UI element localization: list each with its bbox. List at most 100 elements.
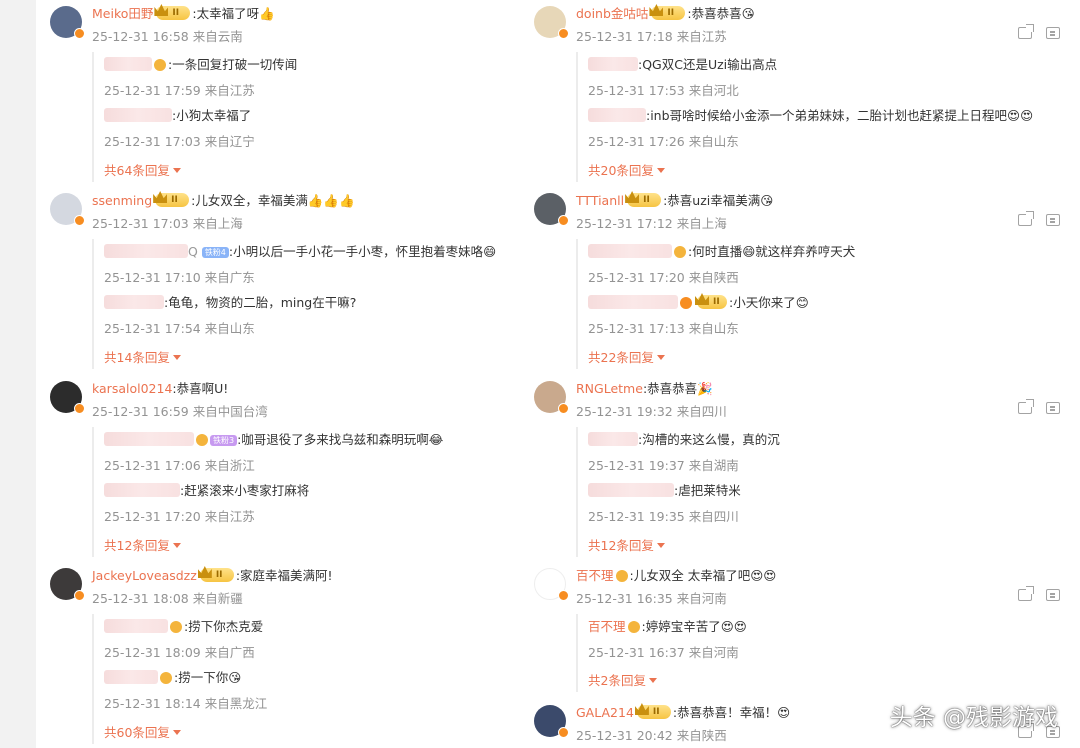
comment-icon[interactable]	[1046, 27, 1060, 39]
comment-text: :恭喜uzi幸福美满😘	[663, 193, 774, 208]
username[interactable]: ssenming	[92, 193, 152, 208]
share-icon[interactable]	[1018, 586, 1034, 601]
blurred-username	[588, 432, 638, 446]
username[interactable]: TTTianll	[576, 193, 624, 208]
reply-meta: 25-12-31 18:09 来自广西	[104, 645, 255, 660]
reply-item: :龟龟，物资的二胎，ming在干嘛? 25-12-31 17:54 来自山东	[104, 295, 356, 336]
share-icon[interactable]	[1018, 399, 1034, 414]
reply-text: :一条回复打破一切传闻	[168, 57, 298, 72]
more-replies-link[interactable]: 共12条回复	[588, 535, 665, 554]
reply-text: :小天你来了😊	[729, 295, 809, 310]
crown-level-icon	[199, 568, 234, 582]
reply-meta: 25-12-31 17:06 来自浙江	[104, 458, 255, 473]
more-replies-link[interactable]: 共64条回复	[104, 160, 181, 179]
comment-icon[interactable]	[1046, 402, 1060, 414]
verified-mini-icon	[680, 297, 692, 309]
reply-text: :何时直播😄就这样弃养哼天犬	[688, 244, 856, 259]
reply-list: :沟槽的来这么慢，真的沉 25-12-31 19:37 来自湖南 :虐把莱特米 …	[576, 427, 780, 557]
blurred-username	[588, 295, 678, 309]
reply-meta: 25-12-31 19:35 来自四川	[588, 509, 739, 524]
comment-item: RNGLetme:恭喜恭喜🎉 25-12-31 19:32 来自四川 :沟槽的来…	[534, 381, 1064, 557]
comment-meta: 25-12-31 18:08 来自新疆	[92, 591, 243, 606]
verified-badge-icon	[558, 727, 569, 738]
username[interactable]: Meiko田野	[92, 6, 153, 21]
reply-item: :小天你来了😊 25-12-31 17:13 来自山东	[588, 295, 809, 336]
verified-badge-icon	[558, 28, 569, 39]
reply-meta: 25-12-31 19:37 来自湖南	[588, 458, 739, 473]
verified-badge-icon	[74, 28, 85, 39]
share-icon[interactable]	[1018, 24, 1034, 39]
crown-level-icon	[627, 193, 662, 207]
crown-badge-icon	[154, 59, 166, 71]
comment-text: :恭喜恭喜😘	[687, 6, 755, 21]
comment-header: GALA214:恭喜恭喜！幸福！😍	[576, 705, 790, 721]
comment-text: :儿女双全 太幸福了吧😍😍	[629, 568, 777, 583]
comment-item: TTTianll:恭喜uzi幸福美满😘 25-12-31 17:12 来自上海 …	[534, 193, 1064, 369]
share-icon[interactable]	[1018, 211, 1034, 226]
blurred-username	[104, 57, 152, 71]
reply-username[interactable]: 百不理	[588, 619, 626, 634]
blurred-username	[104, 670, 158, 684]
username[interactable]: GALA214	[576, 705, 634, 720]
username-suffix: Q	[188, 244, 202, 259]
comment-item: JackeyLoveasdzz:家庭幸福美满阿! 25-12-31 18:08 …	[50, 568, 530, 744]
comment-meta: 25-12-31 16:35 来自河南	[576, 591, 727, 606]
reply-text: :QG双C还是Uzi输出高点	[638, 57, 778, 72]
more-replies-link[interactable]: 共22条回复	[588, 347, 665, 366]
fan-level-tag: 铁粉3	[210, 435, 238, 446]
reply-list: 铁粉3:咖哥退役了多来找乌兹和森明玩啊😂 25-12-31 17:06 来自浙江…	[92, 427, 443, 557]
caret-down-icon	[172, 543, 181, 548]
reply-text: :inb哥啥时候给小金添一个弟弟妹妹，二胎计划也赶紧提上日程吧😍😍	[646, 108, 1034, 123]
more-replies-link[interactable]: 共2条回复	[588, 670, 657, 689]
crown-badge-icon	[170, 621, 182, 633]
comment-text: :儿女双全，幸福美满👍👍👍	[191, 193, 355, 208]
blurred-username	[104, 108, 172, 122]
reply-item: :捞一下你😘 25-12-31 18:14 来自黑龙江	[104, 670, 267, 711]
comment-meta: 25-12-31 17:18 来自江苏	[576, 29, 727, 44]
blurred-username	[588, 483, 674, 497]
comment-actions	[1004, 586, 1060, 605]
comment-icon[interactable]	[1046, 214, 1060, 226]
verified-badge-icon	[558, 215, 569, 226]
username[interactable]: doinb金咕咕	[576, 6, 648, 21]
blurred-username	[104, 619, 168, 633]
reply-item: 百不理:婷婷宝辛苦了😍😍 25-12-31 16:37 来自河南	[588, 619, 747, 660]
comment-icon[interactable]	[1046, 589, 1060, 601]
comment-meta: 25-12-31 17:12 来自上海	[576, 216, 727, 231]
reply-meta: 25-12-31 16:37 来自河南	[588, 645, 739, 660]
reply-meta: 25-12-31 17:53 来自河北	[588, 83, 739, 98]
comment-header: JackeyLoveasdzz:家庭幸福美满阿!	[92, 568, 333, 584]
left-gutter	[0, 0, 36, 748]
reply-text: :捞一下你😘	[174, 670, 242, 685]
reply-text: :小明以后一手小花一手小枣，怀里抱着枣妹咯😄	[228, 244, 497, 259]
reply-meta: 25-12-31 18:14 来自黑龙江	[104, 696, 268, 711]
verified-badge-icon	[558, 590, 569, 601]
more-replies-link[interactable]: 共14条回复	[104, 347, 181, 366]
comment-header: 百不理 :儿女双全 太幸福了吧😍😍	[576, 568, 776, 584]
more-replies-link[interactable]: 共12条回复	[104, 535, 181, 554]
blurred-username	[588, 244, 672, 258]
username[interactable]: RNGLetme	[576, 381, 643, 396]
comment-header: ssenming :儿女双全，幸福美满👍👍👍	[92, 193, 355, 209]
blurred-username	[104, 295, 164, 309]
blurred-username	[104, 432, 194, 446]
watermark: 头条 @残影游戏	[889, 705, 1058, 731]
more-replies-link[interactable]: 共20条回复	[588, 160, 665, 179]
comment-actions	[1004, 24, 1060, 43]
comment-meta: 25-12-31 16:58 来自云南	[92, 29, 243, 44]
username[interactable]: karsalol0214	[92, 381, 172, 396]
blurred-username	[104, 483, 180, 497]
crown-badge-icon	[196, 434, 208, 446]
username[interactable]: JackeyLoveasdzz	[92, 568, 197, 583]
comment-actions	[1004, 211, 1060, 230]
caret-down-icon	[656, 543, 665, 548]
reply-item: Q 铁粉4:小明以后一手小花一手小枣，怀里抱着枣妹咯😄 25-12-31 17:…	[104, 244, 497, 285]
comment-header: TTTianll :恭喜uzi幸福美满😘	[576, 193, 773, 209]
username[interactable]: 百不理	[576, 568, 614, 583]
reply-list: 百不理:婷婷宝辛苦了😍😍 25-12-31 16:37 来自河南 共2条回复	[576, 614, 747, 692]
more-replies-link[interactable]: 共60条回复	[104, 722, 181, 741]
reply-meta: 25-12-31 17:10 来自广东	[104, 270, 255, 285]
reply-item: :赶紧滚来小枣家打麻将 25-12-31 17:20 来自江苏	[104, 483, 309, 524]
reply-list: :一条回复打破一切传闻 25-12-31 17:59 来自江苏 :小狗太幸福了 …	[92, 52, 297, 182]
comment-meta: 25-12-31 20:42 来自陕西	[576, 728, 727, 743]
